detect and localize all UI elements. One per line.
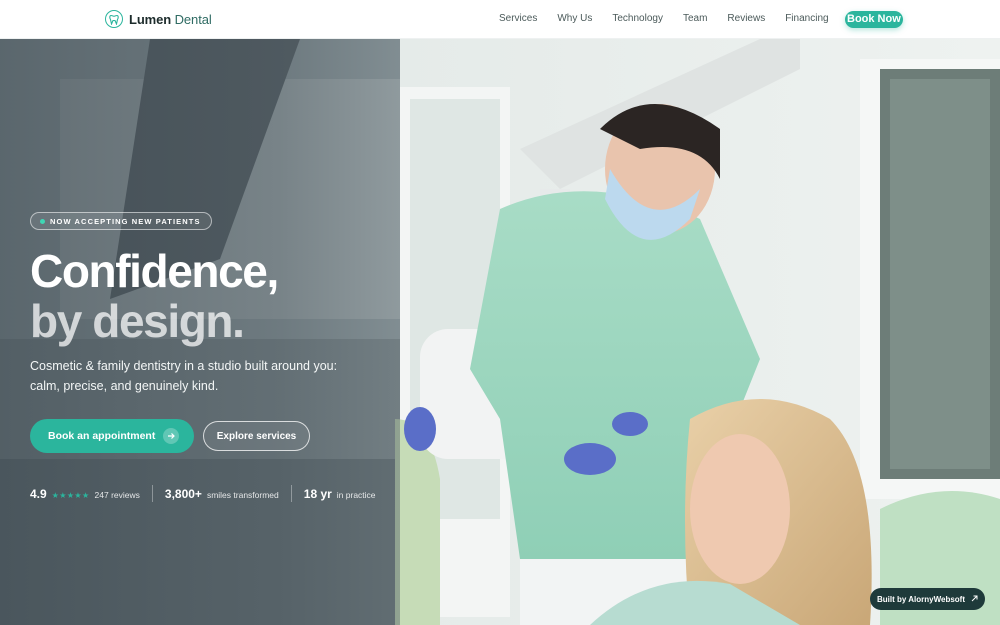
book-now-button[interactable]: Book Now xyxy=(845,11,903,28)
new-patients-badge: NOW ACCEPTING NEW PATIENTS xyxy=(30,212,212,230)
explore-services-button[interactable]: Explore services xyxy=(203,421,310,451)
built-by-badge[interactable]: Built by AlornyWebsoft xyxy=(870,588,985,610)
built-by-label: Built by AlornyWebsoft xyxy=(877,594,965,604)
star-rating-icon: ★★★★★ xyxy=(51,490,90,500)
stat-rating: 4.9 ★★★★★ 247 reviews xyxy=(30,487,140,501)
stat-divider xyxy=(290,485,292,502)
status-dot-icon xyxy=(40,218,45,224)
arrow-up-right-icon xyxy=(971,595,978,604)
headline-line-1: Confidence, xyxy=(30,245,279,297)
stat-label: in practice xyxy=(336,489,376,500)
stat-divider xyxy=(151,485,153,502)
book-appointment-label: Book an appointment xyxy=(48,430,156,442)
hero-subtext: Cosmetic & family dentistry in a studio … xyxy=(30,359,338,393)
headline-line-2: by design. xyxy=(30,295,245,347)
stat-label: smiles transformed xyxy=(206,489,279,500)
stat-value: 4.9 xyxy=(30,486,47,501)
hero-section: NOW ACCEPTING NEW PATIENTS Confidence, b… xyxy=(0,39,1000,625)
nav-link-services[interactable]: Services xyxy=(499,13,537,24)
nav-link-team[interactable]: Team xyxy=(683,13,707,24)
hero-headline: Confidence, by design. xyxy=(30,246,390,346)
nav-link-financing[interactable]: Financing xyxy=(785,13,828,24)
stat-value: 18 yr xyxy=(303,486,332,501)
stat-label: 247 reviews xyxy=(94,489,140,500)
nav-link-reviews[interactable]: Reviews xyxy=(727,13,765,24)
brand-logo[interactable]: Lumen Dental xyxy=(105,10,212,28)
book-appointment-button[interactable]: Book an appointment xyxy=(30,419,194,453)
stat-smiles: 3,800+ smiles transformed xyxy=(165,487,279,501)
nav-link-why-us[interactable]: Why Us xyxy=(557,13,592,24)
stat-value: 3,800+ xyxy=(164,486,202,501)
stat-years: 18 yr in practice xyxy=(304,487,376,501)
top-navigation: Lumen Dental Services Why Us Technology … xyxy=(0,0,1000,39)
brand-name: Lumen Dental xyxy=(129,11,212,27)
nav-link-technology[interactable]: Technology xyxy=(612,13,663,24)
badge-label: NOW ACCEPTING NEW PATIENTS xyxy=(50,216,201,226)
nav-links: Services Why Us Technology Team Reviews … xyxy=(499,13,829,24)
arrow-right-icon xyxy=(163,428,180,444)
hero-stats: 4.9 ★★★★★ 247 reviews 3,800+ smiles tran… xyxy=(30,485,376,502)
tooth-icon xyxy=(105,10,123,28)
